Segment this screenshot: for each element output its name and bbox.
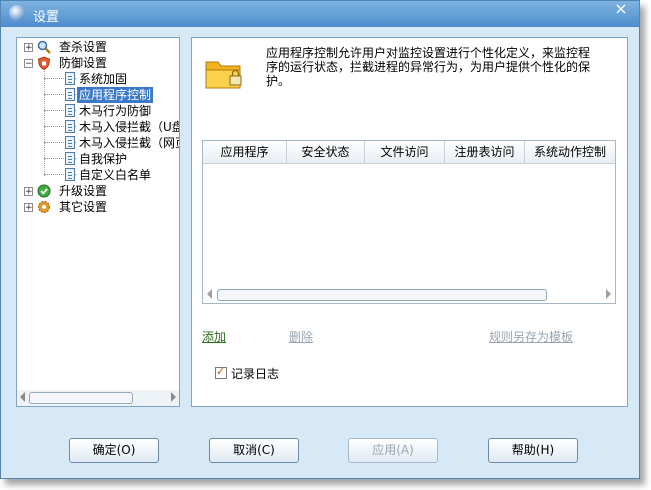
tree-item-label: 系统加固 (79, 72, 128, 86)
tree-item-app-control[interactable]: 应用程序控制 (17, 87, 177, 103)
ok-button[interactable]: 确定(O) (69, 438, 159, 463)
feature-description: 应用程序控制允许用户对监控设置进行个性化定义，来监控程序的运行状态，拦截进程的异… (266, 46, 591, 88)
add-link[interactable]: 添加 (202, 328, 226, 345)
tree-item-self-protection[interactable]: 自我保护 (17, 151, 177, 167)
document-icon (65, 120, 75, 133)
tree-item-whitelist[interactable]: 自定义白名单 (17, 167, 177, 183)
app-icon (9, 5, 25, 21)
scroll-thumb[interactable] (29, 392, 133, 404)
tree-item-label: 自我保护 (79, 152, 128, 166)
magnifier-icon (37, 40, 51, 54)
tree-item-trojan-behavior[interactable]: 木马行为防御 (17, 103, 177, 119)
tree-item-label: 木马行为防御 (79, 104, 152, 118)
expand-icon[interactable]: + (24, 203, 33, 213)
scroll-right-icon[interactable] (606, 289, 611, 299)
column-header-file-access[interactable]: 文件访问 (365, 141, 445, 163)
document-icon (65, 72, 75, 85)
save-as-template-link[interactable]: 规则另存为模板 (489, 328, 573, 345)
cancel-button[interactable]: 取消(C) (209, 438, 299, 463)
table-horizontal-scrollbar[interactable] (203, 287, 615, 303)
app-control-panel: 应用程序控制允许用户对监控设置进行个性化定义，来监控程序的运行状态，拦截进程的异… (191, 37, 628, 407)
column-header-registry-access[interactable]: 注册表访问 (445, 141, 525, 163)
column-header-security[interactable]: 安全状态 (287, 141, 365, 163)
scroll-thumb[interactable] (217, 289, 547, 301)
tree-item-defense-settings[interactable]: − 防御设置 (17, 55, 177, 71)
close-button[interactable]: × (609, 1, 633, 19)
tree-item-system-hardening[interactable]: 系统加固 (17, 71, 177, 87)
scroll-left-icon[interactable] (20, 392, 25, 402)
tree-item-scan-settings[interactable]: + 查杀设置 (17, 39, 177, 55)
column-header-system-action[interactable]: 系统动作控制 (525, 141, 615, 163)
tree-item-usb-intercept[interactable]: 木马入侵拦截（U盘 (17, 119, 180, 135)
tree-item-label: 木马入侵拦截（U盘 (79, 120, 180, 134)
tree-item-label: 自定义白名单 (79, 168, 152, 182)
document-icon (65, 136, 75, 149)
document-icon (65, 88, 75, 101)
document-icon (65, 168, 75, 181)
update-icon (37, 184, 51, 198)
tree-item-label-selected: 应用程序控制 (77, 87, 154, 103)
app-rules-table[interactable]: 应用程序 安全状态 文件访问 注册表访问 系统动作控制 (202, 140, 616, 304)
collapse-icon[interactable]: − (24, 59, 33, 69)
tree-item-update-settings[interactable]: + 升级设置 (17, 183, 177, 199)
apply-button[interactable]: 应用(A) (348, 438, 438, 463)
expand-icon[interactable]: + (24, 187, 33, 197)
tree-item-label: 防御设置 (59, 56, 108, 70)
scroll-left-icon[interactable] (207, 289, 212, 299)
tree-item-label: 木马入侵拦截（网页 (79, 136, 180, 150)
expand-icon[interactable]: + (24, 43, 33, 53)
document-icon (65, 152, 75, 165)
scroll-right-icon[interactable] (171, 392, 176, 402)
title-bar: 设置 × (1, 1, 639, 27)
folder-lock-icon (205, 61, 242, 89)
delete-link[interactable]: 删除 (289, 328, 313, 345)
tree-item-label: 查杀设置 (59, 40, 108, 54)
column-header-app[interactable]: 应用程序 (203, 141, 287, 163)
table-header: 应用程序 安全状态 文件访问 注册表访问 系统动作控制 (203, 141, 615, 164)
shield-icon (38, 56, 50, 70)
log-checkbox[interactable] (215, 365, 227, 379)
help-button[interactable]: 帮助(H) (488, 438, 578, 463)
settings-window: 设置 × + 查杀设置 − 防御设置 系统加固 应用程序控制 木马行为防御 木马… (0, 0, 640, 479)
tree-item-other-settings[interactable]: + 其它设置 (17, 199, 177, 215)
window-title: 设置 (33, 10, 60, 25)
gear-icon (38, 201, 50, 213)
tree-item-label: 升级设置 (59, 184, 108, 198)
log-checkbox-label: 记录日志 (231, 367, 280, 381)
settings-tree: + 查杀设置 − 防御设置 系统加固 应用程序控制 木马行为防御 木马入侵拦截（… (16, 37, 180, 407)
document-icon (65, 104, 75, 117)
tree-item-label: 其它设置 (59, 200, 108, 214)
tree-horizontal-scrollbar[interactable] (17, 390, 179, 406)
tree-item-web-intercept[interactable]: 木马入侵拦截（网页 (17, 135, 180, 151)
